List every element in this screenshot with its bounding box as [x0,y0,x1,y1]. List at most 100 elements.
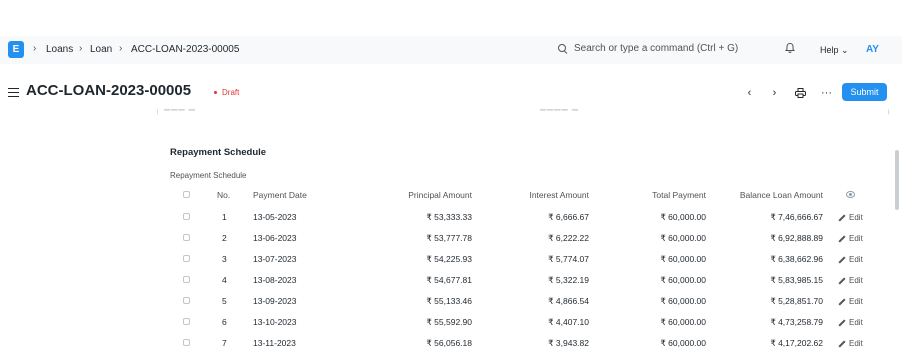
notification-bell-icon[interactable] [784,42,796,57]
row-checkbox[interactable] [183,234,190,241]
breadcrumb-loans[interactable]: Loans [46,44,73,55]
pencil-icon [838,214,846,222]
app-logo[interactable]: E [8,41,24,58]
print-button[interactable] [791,84,810,101]
row-balance-loan-amount: ₹ 4,73,258.79 [770,317,823,327]
breadcrumb-loan[interactable]: Loan [90,44,112,55]
header-interest-amount: Interest Amount [529,190,589,200]
row-interest-amount: ₹ 4,407.10 [548,317,589,327]
chevron-right-icon: › [119,43,123,54]
row-principal-amount: ₹ 56,056.18 [426,338,472,348]
pencil-icon [838,298,846,306]
status-badge: Draft [214,88,239,97]
select-all-checkbox[interactable] [183,191,190,198]
scrollbar[interactable] [895,150,899,210]
row-interest-amount: ₹ 6,222.22 [548,233,589,243]
row-payment-date: 13-10-2023 [253,317,297,327]
pencil-icon [838,235,846,243]
search-icon [558,43,568,54]
row-total-payment: ₹ 60,000.00 [660,233,706,243]
row-edit-button[interactable]: Edit [838,339,863,348]
section-title: Repayment Schedule [170,147,267,158]
row-balance-loan-amount: ₹ 6,38,662.96 [770,254,823,264]
window-top-area [0,0,902,36]
row-interest-amount: ₹ 6,666.67 [548,212,589,222]
row-principal-amount: ₹ 55,133.46 [426,296,472,306]
row-total-payment: ₹ 60,000.00 [660,254,706,264]
header-payment-date: Payment Date [253,190,307,200]
edit-label: Edit [849,318,863,327]
row-edit-button[interactable]: Edit [838,255,863,264]
breadcrumb-current[interactable]: ACC-LOAN-2023-00005 [131,44,239,55]
printer-icon [795,87,806,98]
help-label: Help [820,45,839,55]
row-balance-loan-amount: ₹ 4,17,202.62 [770,338,823,348]
search-placeholder: Search or type a command (Ctrl + G) [574,43,739,54]
edit-label: Edit [849,339,863,348]
previous-doc-button[interactable]: ‹ [740,84,759,101]
row-checkbox[interactable] [183,339,190,346]
page-title: ACC-LOAN-2023-00005 [26,82,192,99]
clipped-field-row: ╵ [886,110,892,119]
row-checkbox[interactable] [183,297,190,304]
row-checkbox[interactable] [183,213,190,220]
sidebar-toggle-icon[interactable] [8,88,19,97]
row-payment-date: 13-05-2023 [253,212,297,222]
row-edit-button[interactable]: Edit [838,234,863,243]
chevron-right-icon: › [33,43,37,54]
row-no: 6 [222,317,227,327]
row-no: 7 [222,338,227,348]
search-bar[interactable]: Search or type a command (Ctrl + G) [558,43,738,54]
chevron-right-icon: › [772,86,777,99]
row-payment-date: 13-11-2023 [253,338,296,348]
row-principal-amount: ₹ 54,225.93 [426,254,472,264]
more-actions-button[interactable]: ··· [817,84,836,101]
row-edit-button[interactable]: Edit [838,318,863,327]
row-interest-amount: ₹ 4,866.54 [548,296,589,306]
avatar[interactable]: AY [866,44,879,55]
column-settings-icon[interactable] [846,191,855,198]
row-principal-amount: ₹ 54,677.81 [426,275,472,285]
row-total-payment: ₹ 60,000.00 [660,275,706,285]
row-no: 5 [222,296,227,306]
row-balance-loan-amount: ₹ 5,83,985.15 [770,275,823,285]
edit-label: Edit [849,234,863,243]
row-balance-loan-amount: ₹ 5,28,851.70 [770,296,823,306]
next-doc-button[interactable]: › [765,84,784,101]
row-total-payment: ₹ 60,000.00 [660,338,706,348]
chevron-left-icon: ‹ [747,86,752,99]
header-principal-amount: Principal Amount [408,190,472,200]
row-principal-amount: ₹ 55,592.90 [426,317,472,327]
row-no: 2 [222,233,227,243]
row-interest-amount: ₹ 5,774.07 [548,254,589,264]
chevron-right-icon: › [79,43,83,54]
row-no: 1 [222,212,227,222]
table-label: Repayment Schedule [170,171,247,180]
row-principal-amount: ₹ 53,333.33 [426,212,472,222]
row-checkbox[interactable] [183,276,190,283]
header-balance-loan-amount: Balance Loan Amount [739,190,823,200]
pencil-icon [838,319,846,327]
header-total-payment: Total Payment [652,190,706,200]
row-edit-button[interactable]: Edit [838,213,863,222]
row-checkbox[interactable] [183,318,190,325]
row-no: 3 [222,254,227,264]
submit-button[interactable]: Submit [842,83,887,101]
row-balance-loan-amount: ₹ 7,46,666.67 [770,212,823,222]
row-edit-button[interactable]: Edit [838,276,863,285]
row-payment-date: 13-09-2023 [253,296,297,306]
row-edit-button[interactable]: Edit [838,297,863,306]
help-dropdown[interactable]: Help ⌄ [820,45,849,56]
edit-label: Edit [849,276,863,285]
header-no: No. [217,190,231,200]
clipped-field-row: ╵ ▔▔▔ ▔ [155,110,196,119]
chevron-down-icon: ⌄ [841,45,849,55]
row-interest-amount: ₹ 3,943.82 [548,338,589,348]
pencil-icon [838,256,846,264]
pencil-icon [838,340,846,348]
edit-label: Edit [849,255,863,264]
row-checkbox[interactable] [183,255,190,262]
pencil-icon [838,277,846,285]
row-total-payment: ₹ 60,000.00 [660,317,706,327]
row-principal-amount: ₹ 53,777.78 [426,233,472,243]
